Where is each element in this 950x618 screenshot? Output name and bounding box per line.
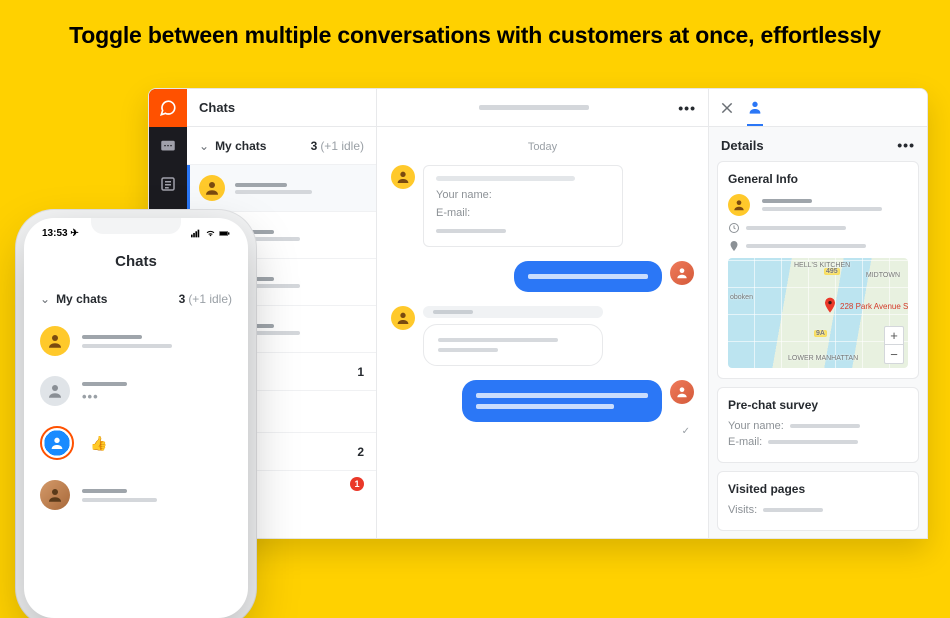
avatar	[40, 480, 70, 510]
person-tab-icon[interactable]	[747, 89, 763, 126]
date-separator: Today	[391, 141, 694, 153]
message-row	[391, 380, 694, 422]
customer-avatar	[670, 261, 694, 285]
nav-list-icon[interactable]	[149, 165, 187, 203]
queued-count: 2	[357, 445, 364, 459]
wifi-icon	[205, 228, 216, 239]
message-row	[391, 306, 694, 366]
general-info-heading: General Info	[728, 172, 908, 186]
desktop-app: Chats ⌄ My chats 3 (+1 idle)	[148, 88, 928, 539]
chevron-down-icon: ⌄	[199, 139, 209, 153]
clock-icon	[728, 222, 740, 234]
agent-message	[423, 324, 603, 366]
form-email-label: E-mail:	[436, 207, 610, 219]
phone-chat-item[interactable]	[24, 470, 248, 520]
pre-email-label: E-mail:	[728, 436, 762, 448]
details-panel: Details ••• General Info	[709, 89, 927, 538]
phone-my-chats-count: 3	[179, 292, 186, 306]
chevron-down-icon: ⌄	[40, 292, 50, 306]
phone-chat-item[interactable]: 👍	[24, 416, 248, 470]
more-menu-button[interactable]: •••	[678, 100, 696, 116]
phone-my-chats-idle: (+1 idle)	[188, 292, 232, 306]
map[interactable]: HELL'S KITCHEN MIDTOWN 495 oboken 9A LOW…	[728, 258, 908, 368]
phone-my-chats-section[interactable]: ⌄ My chats 3 (+1 idle)	[24, 284, 248, 316]
nav-chats-icon[interactable]	[149, 89, 187, 127]
thumbs-up-icon: 👍	[90, 435, 107, 452]
pre-name-label: Your name:	[728, 420, 784, 432]
conversation-header: •••	[377, 89, 708, 127]
my-chats-idle: (+1 idle)	[320, 139, 364, 153]
details-more-button[interactable]: •••	[897, 137, 915, 153]
details-tabs	[709, 89, 927, 127]
my-chats-section[interactable]: ⌄ My chats 3 (+1 idle)	[187, 127, 376, 165]
message-row	[391, 261, 694, 292]
avatar	[40, 426, 74, 460]
phone-chat-item[interactable]	[24, 316, 248, 366]
supervised-count: 1	[357, 365, 364, 379]
notification-badge: 1	[350, 477, 364, 491]
nav-messages-icon[interactable]	[149, 127, 187, 165]
agent-avatar	[391, 165, 415, 189]
customer-message	[462, 380, 662, 422]
customer-avatar	[670, 380, 694, 404]
details-title: Details •••	[717, 127, 919, 161]
form-name-label: Your name:	[436, 189, 610, 201]
map-zoom-out-button[interactable]: −	[885, 345, 903, 363]
close-details-button[interactable]	[719, 89, 735, 126]
hero-title: Toggle between multiple conversations wi…	[0, 0, 950, 63]
visited-heading: Visited pages	[728, 482, 908, 496]
my-chats-label: My chats	[215, 139, 311, 153]
visits-label: Visits:	[728, 504, 757, 516]
map-pin-label: 228 Park Avenue South	[840, 302, 908, 311]
phone-my-chats-label: My chats	[56, 292, 179, 306]
avatar	[40, 376, 70, 406]
my-chats-count: 3	[311, 139, 318, 153]
map-zoom-controls: + −	[884, 326, 904, 364]
chat-item[interactable]	[187, 165, 376, 212]
message-row: Your name: E-mail:	[391, 165, 694, 247]
location-icon	[728, 240, 740, 252]
phone-time: 13:53 ✈	[42, 228, 79, 239]
avatar	[728, 194, 750, 216]
map-pin-icon	[820, 296, 840, 321]
phone-mockup: 13:53 ✈ Chats ⌄ My chats 3 (+1 idle) •••	[24, 218, 248, 618]
prechat-form-card: Your name: E-mail:	[423, 165, 623, 247]
customer-message	[514, 261, 662, 292]
read-receipt-icon: ✓	[391, 426, 690, 437]
conversation-panel: ••• Today Your name: E-mail:	[377, 89, 709, 538]
battery-icon	[219, 228, 230, 239]
typing-indicator: •••	[82, 389, 232, 404]
map-zoom-in-button[interactable]: +	[885, 327, 903, 345]
general-info-panel: General Info	[717, 161, 919, 379]
visited-pages-panel: Visited pages Visits:	[717, 471, 919, 531]
signal-icon	[191, 228, 202, 239]
phone-chat-item[interactable]: •••	[24, 366, 248, 416]
chats-header: Chats	[187, 89, 376, 127]
avatar	[40, 326, 70, 356]
phone-title: Chats	[24, 241, 248, 284]
avatar	[199, 175, 225, 201]
prechat-heading: Pre-chat survey	[728, 398, 908, 412]
agent-message	[423, 306, 603, 318]
prechat-survey-panel: Pre-chat survey Your name: E-mail:	[717, 387, 919, 463]
agent-avatar	[391, 306, 415, 330]
